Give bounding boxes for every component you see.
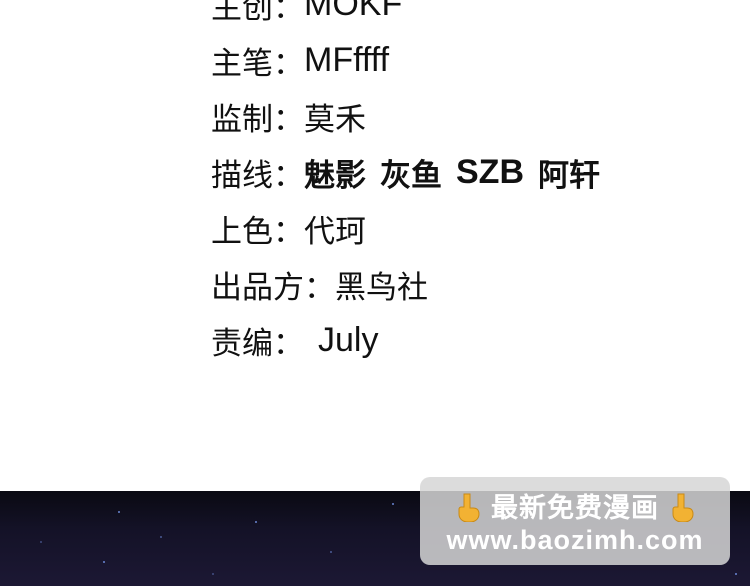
credit-value: July bbox=[318, 320, 379, 359]
credit-row-editor: 责编： July bbox=[211, 312, 600, 368]
pointing-down-hand-icon bbox=[669, 492, 695, 523]
credit-value: 魅影 bbox=[304, 157, 366, 194]
star bbox=[103, 561, 105, 563]
watermark-url[interactable]: www.baozimh.com bbox=[420, 525, 730, 556]
credits-page: 主创： MOKF 主笔： MFffff 监制： 莫禾 描线： 魅影 灰鱼 SZB… bbox=[0, 0, 750, 586]
credit-row-supervisor: 监制： 莫禾 bbox=[211, 88, 600, 144]
star bbox=[392, 503, 394, 505]
credit-value: 灰鱼 bbox=[380, 157, 442, 194]
watermark-badge[interactable]: 最新免费漫画 www.baozimh.com bbox=[420, 477, 730, 565]
credits-list: 主创： MOKF 主笔： MFffff 监制： 莫禾 描线： 魅影 灰鱼 SZB… bbox=[211, 0, 600, 368]
credit-value: SZB bbox=[456, 152, 524, 191]
star bbox=[735, 573, 737, 575]
credit-label: 出品方： bbox=[211, 269, 335, 306]
credit-value: MOKF bbox=[304, 0, 403, 23]
credit-label: 责编： bbox=[211, 325, 304, 362]
credit-row-creator: 主创： MOKF bbox=[211, 0, 600, 32]
star bbox=[255, 521, 257, 523]
credit-label: 描线： bbox=[211, 157, 304, 194]
star bbox=[160, 536, 162, 538]
credit-label: 监制： bbox=[211, 101, 304, 138]
credit-value: MFffff bbox=[304, 40, 390, 79]
watermark-title: 最新免费漫画 bbox=[491, 493, 659, 524]
credit-label: 主创： bbox=[211, 0, 304, 26]
star bbox=[118, 511, 120, 513]
credit-row-coloring: 上色： 代珂 bbox=[211, 200, 600, 256]
credit-label: 上色： bbox=[211, 213, 304, 250]
pointing-down-hand-icon bbox=[455, 492, 481, 523]
credit-row-publisher: 出品方： 黑鸟社 bbox=[211, 256, 600, 312]
credit-value: 阿轩 bbox=[538, 157, 600, 194]
credit-row-lead-artist: 主笔： MFffff bbox=[211, 32, 600, 88]
star bbox=[212, 573, 214, 575]
watermark-title-row: 最新免费漫画 bbox=[420, 486, 730, 525]
star bbox=[330, 551, 332, 553]
credit-label: 主笔： bbox=[211, 45, 304, 82]
credit-value: 代珂 bbox=[304, 213, 366, 250]
credit-value: 莫禾 bbox=[304, 101, 366, 138]
credit-row-line-art: 描线： 魅影 灰鱼 SZB 阿轩 bbox=[211, 144, 600, 200]
credit-value: 黑鸟社 bbox=[335, 269, 428, 306]
star bbox=[40, 541, 42, 543]
